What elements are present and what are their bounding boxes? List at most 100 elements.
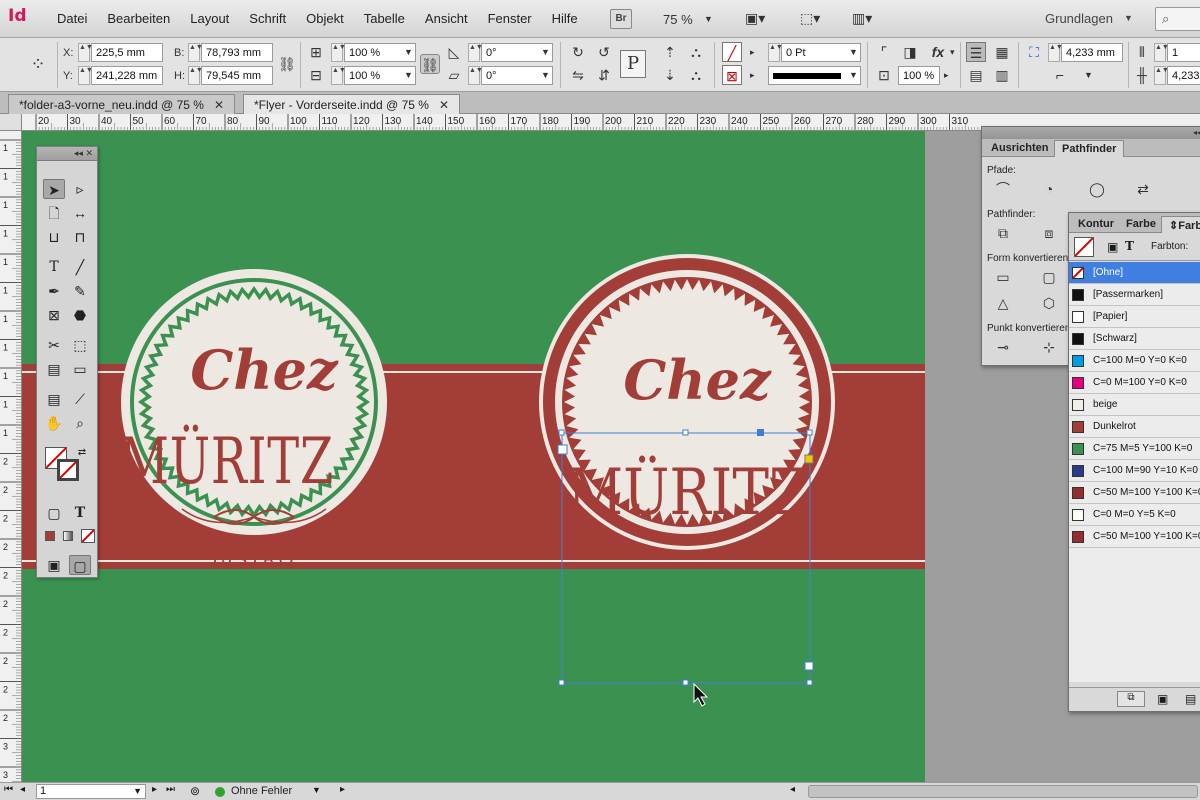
frame-fitting-icon[interactable]: ⛶: [1024, 42, 1044, 62]
formatting-text-icon[interactable]: T: [1125, 239, 1134, 253]
line-tool-icon[interactable]: ╱: [69, 257, 91, 277]
document-tab-flyer[interactable]: *Flyer - Vorderseite.indd @ 75 % ✕: [243, 94, 460, 114]
menu-item-ansicht[interactable]: Ansicht: [415, 11, 478, 26]
screen-mode-icon[interactable]: ⬚▾: [800, 10, 836, 28]
menu-item-fenster[interactable]: Fenster: [478, 11, 542, 26]
swatch-row[interactable]: C=100 M=90 Y=10 K=0: [1069, 460, 1200, 482]
menu-item-schrift[interactable]: Schrift: [239, 11, 296, 26]
plain-point-icon[interactable]: ⊸: [992, 337, 1014, 357]
fill-stroke-toggle-icon[interactable]: [1074, 237, 1094, 257]
columns-stepper[interactable]: ▲▼: [1154, 43, 1169, 62]
search-field[interactable]: ⌕: [1155, 7, 1200, 31]
swatch-row[interactable]: beige: [1069, 394, 1200, 416]
rotate-cw-icon[interactable]: ↻: [568, 42, 588, 62]
menu-item-bearbeiten[interactable]: Bearbeiten: [97, 11, 180, 26]
chevron-down-icon[interactable]: ▼: [312, 785, 321, 795]
link-scale-icon[interactable]: ⛓: [420, 54, 440, 74]
effects-icon[interactable]: fx: [928, 42, 948, 62]
document-tab-folder[interactable]: *folder-a3-vorne_neu.indd @ 75 % ✕: [8, 94, 236, 114]
swap-fill-stroke-icon[interactable]: ⇄: [75, 443, 89, 463]
select-content-icon[interactable]: ⛬: [686, 42, 706, 62]
swatch-row[interactable]: C=50 M=100 Y=100 K=0: [1069, 526, 1200, 548]
swatch-row[interactable]: Dunkelrot: [1069, 416, 1200, 438]
formatting-text-icon[interactable]: T: [69, 503, 91, 523]
show-swatches-icon[interactable]: ⧉: [1117, 691, 1145, 707]
scroll-left-icon[interactable]: ◂: [790, 784, 795, 795]
page-tool-icon[interactable]: 🗋: [43, 203, 65, 223]
text-wrap-jump-icon[interactable]: ▥: [992, 65, 1012, 85]
note-tool-icon[interactable]: ▤: [43, 389, 65, 409]
swatch-row[interactable]: [Papier]: [1069, 306, 1200, 328]
convert-rectangle-icon[interactable]: ▭: [992, 267, 1014, 287]
preflight-icon[interactable]: ⊚: [190, 784, 200, 798]
rectangle-frame-tool-icon[interactable]: ⊠: [43, 305, 65, 325]
last-page-icon[interactable]: ⏭: [166, 784, 175, 795]
pencil-tool-icon[interactable]: ✎: [69, 281, 91, 301]
pen-tool-icon[interactable]: ✒: [43, 281, 65, 301]
add-shape-icon[interactable]: ⧉: [992, 223, 1014, 243]
gutter-field[interactable]: 4,233: [1167, 66, 1200, 85]
convert-polygon-icon[interactable]: ⬡: [1038, 293, 1060, 313]
tab-ausrichten[interactable]: Ausrichten: [984, 140, 1055, 157]
convert-rounded-rectangle-icon[interactable]: ▢: [1038, 267, 1060, 287]
tab-pathfinder[interactable]: Pathfinder: [1054, 140, 1125, 157]
text-wrap-bbox-icon[interactable]: ▦: [992, 42, 1012, 62]
direct-selection-tool-icon[interactable]: ▹: [69, 179, 91, 199]
zoom-level[interactable]: 75 %: [663, 12, 693, 27]
chevron-down-icon[interactable]: ▼: [404, 70, 413, 80]
chevron-right-icon[interactable]: ▸: [750, 47, 755, 58]
menu-item-layout[interactable]: Layout: [180, 11, 239, 26]
join-path-icon[interactable]: ⌒: [992, 179, 1014, 199]
swatch-row[interactable]: [Passermarken]: [1069, 284, 1200, 306]
close-icon[interactable]: ✕: [85, 148, 93, 158]
scale-x-stepper[interactable]: ▲▼: [331, 43, 346, 62]
stroke-none-icon[interactable]: ⊠: [722, 65, 742, 85]
page-number-field[interactable]: 1 ▼: [36, 784, 146, 799]
eyedropper-tool-icon[interactable]: ⟋: [69, 389, 91, 409]
swatch-row[interactable]: C=100 M=0 Y=0 K=0: [1069, 350, 1200, 372]
flip-vertical-icon[interactable]: ⇵: [594, 65, 614, 85]
select-previous-icon[interactable]: ⇣: [660, 65, 680, 85]
scissors-tool-icon[interactable]: ✂: [43, 335, 65, 355]
normal-view-icon[interactable]: ▣: [43, 555, 65, 575]
drop-shadow-icon[interactable]: ◨: [900, 42, 920, 62]
corner-shape-icon[interactable]: ⌐: [1050, 65, 1070, 85]
offset-stepper[interactable]: ▲▼: [1048, 43, 1063, 62]
new-swatch-icon[interactable]: ▣: [1157, 692, 1168, 706]
y-stepper[interactable]: ▲▼: [78, 66, 93, 85]
hand-tool-icon[interactable]: ✋: [43, 413, 65, 433]
bridge-button[interactable]: Br: [610, 9, 632, 29]
gradient-feather-tool-icon[interactable]: ▭: [69, 359, 91, 379]
selection-tool-icon[interactable]: ➤: [43, 179, 65, 199]
swatch-row[interactable]: C=0 M=100 Y=0 K=0: [1069, 372, 1200, 394]
collapse-icon[interactable]: ◂◂: [74, 148, 83, 158]
select-next-icon[interactable]: ⛬: [686, 65, 706, 85]
width-field[interactable]: 78,793 mm: [201, 43, 273, 62]
rotation-stepper[interactable]: ▲▼: [468, 43, 483, 62]
panel-header[interactable]: ◂◂: [982, 127, 1200, 139]
workspace-switcher[interactable]: Grundlagen: [1045, 11, 1113, 26]
tab-farbe[interactable]: Farbe: [1119, 216, 1163, 233]
rotate-ccw-icon[interactable]: ↺: [594, 42, 614, 62]
apply-gradient-icon[interactable]: [63, 531, 73, 541]
swatch-row[interactable]: C=0 M=0 Y=5 K=0: [1069, 504, 1200, 526]
delete-swatch-icon[interactable]: ▤: [1185, 692, 1196, 706]
free-transform-tool-icon[interactable]: ⬚: [69, 335, 91, 355]
chevron-down-icon[interactable]: ▾: [950, 47, 955, 58]
fill-stroke-swatches[interactable]: [45, 447, 79, 481]
chevron-down-icon[interactable]: ▼: [133, 785, 145, 798]
convert-triangle-icon[interactable]: △: [992, 293, 1014, 313]
chevron-down-icon[interactable]: ▼: [849, 47, 858, 57]
menu-item-tabelle[interactable]: Tabelle: [354, 11, 415, 26]
arrange-documents-icon[interactable]: ▥▾: [852, 10, 888, 28]
columns-field[interactable]: 1: [1167, 43, 1200, 62]
stroke-type-select[interactable]: [768, 66, 861, 85]
width-stepper[interactable]: ▲▼: [188, 43, 203, 62]
fill-none-icon[interactable]: ╱: [722, 42, 742, 62]
polygon-tool-icon[interactable]: ⬣: [69, 305, 91, 325]
apply-color-icon[interactable]: [45, 531, 55, 541]
ruler-origin[interactable]: [0, 114, 22, 131]
tab-kontur[interactable]: Kontur: [1071, 216, 1121, 233]
document-page[interactable]: Chez MÜRITZ BISTRO Chez MÜRITZ: [22, 131, 925, 782]
apply-none-icon[interactable]: [81, 529, 95, 543]
